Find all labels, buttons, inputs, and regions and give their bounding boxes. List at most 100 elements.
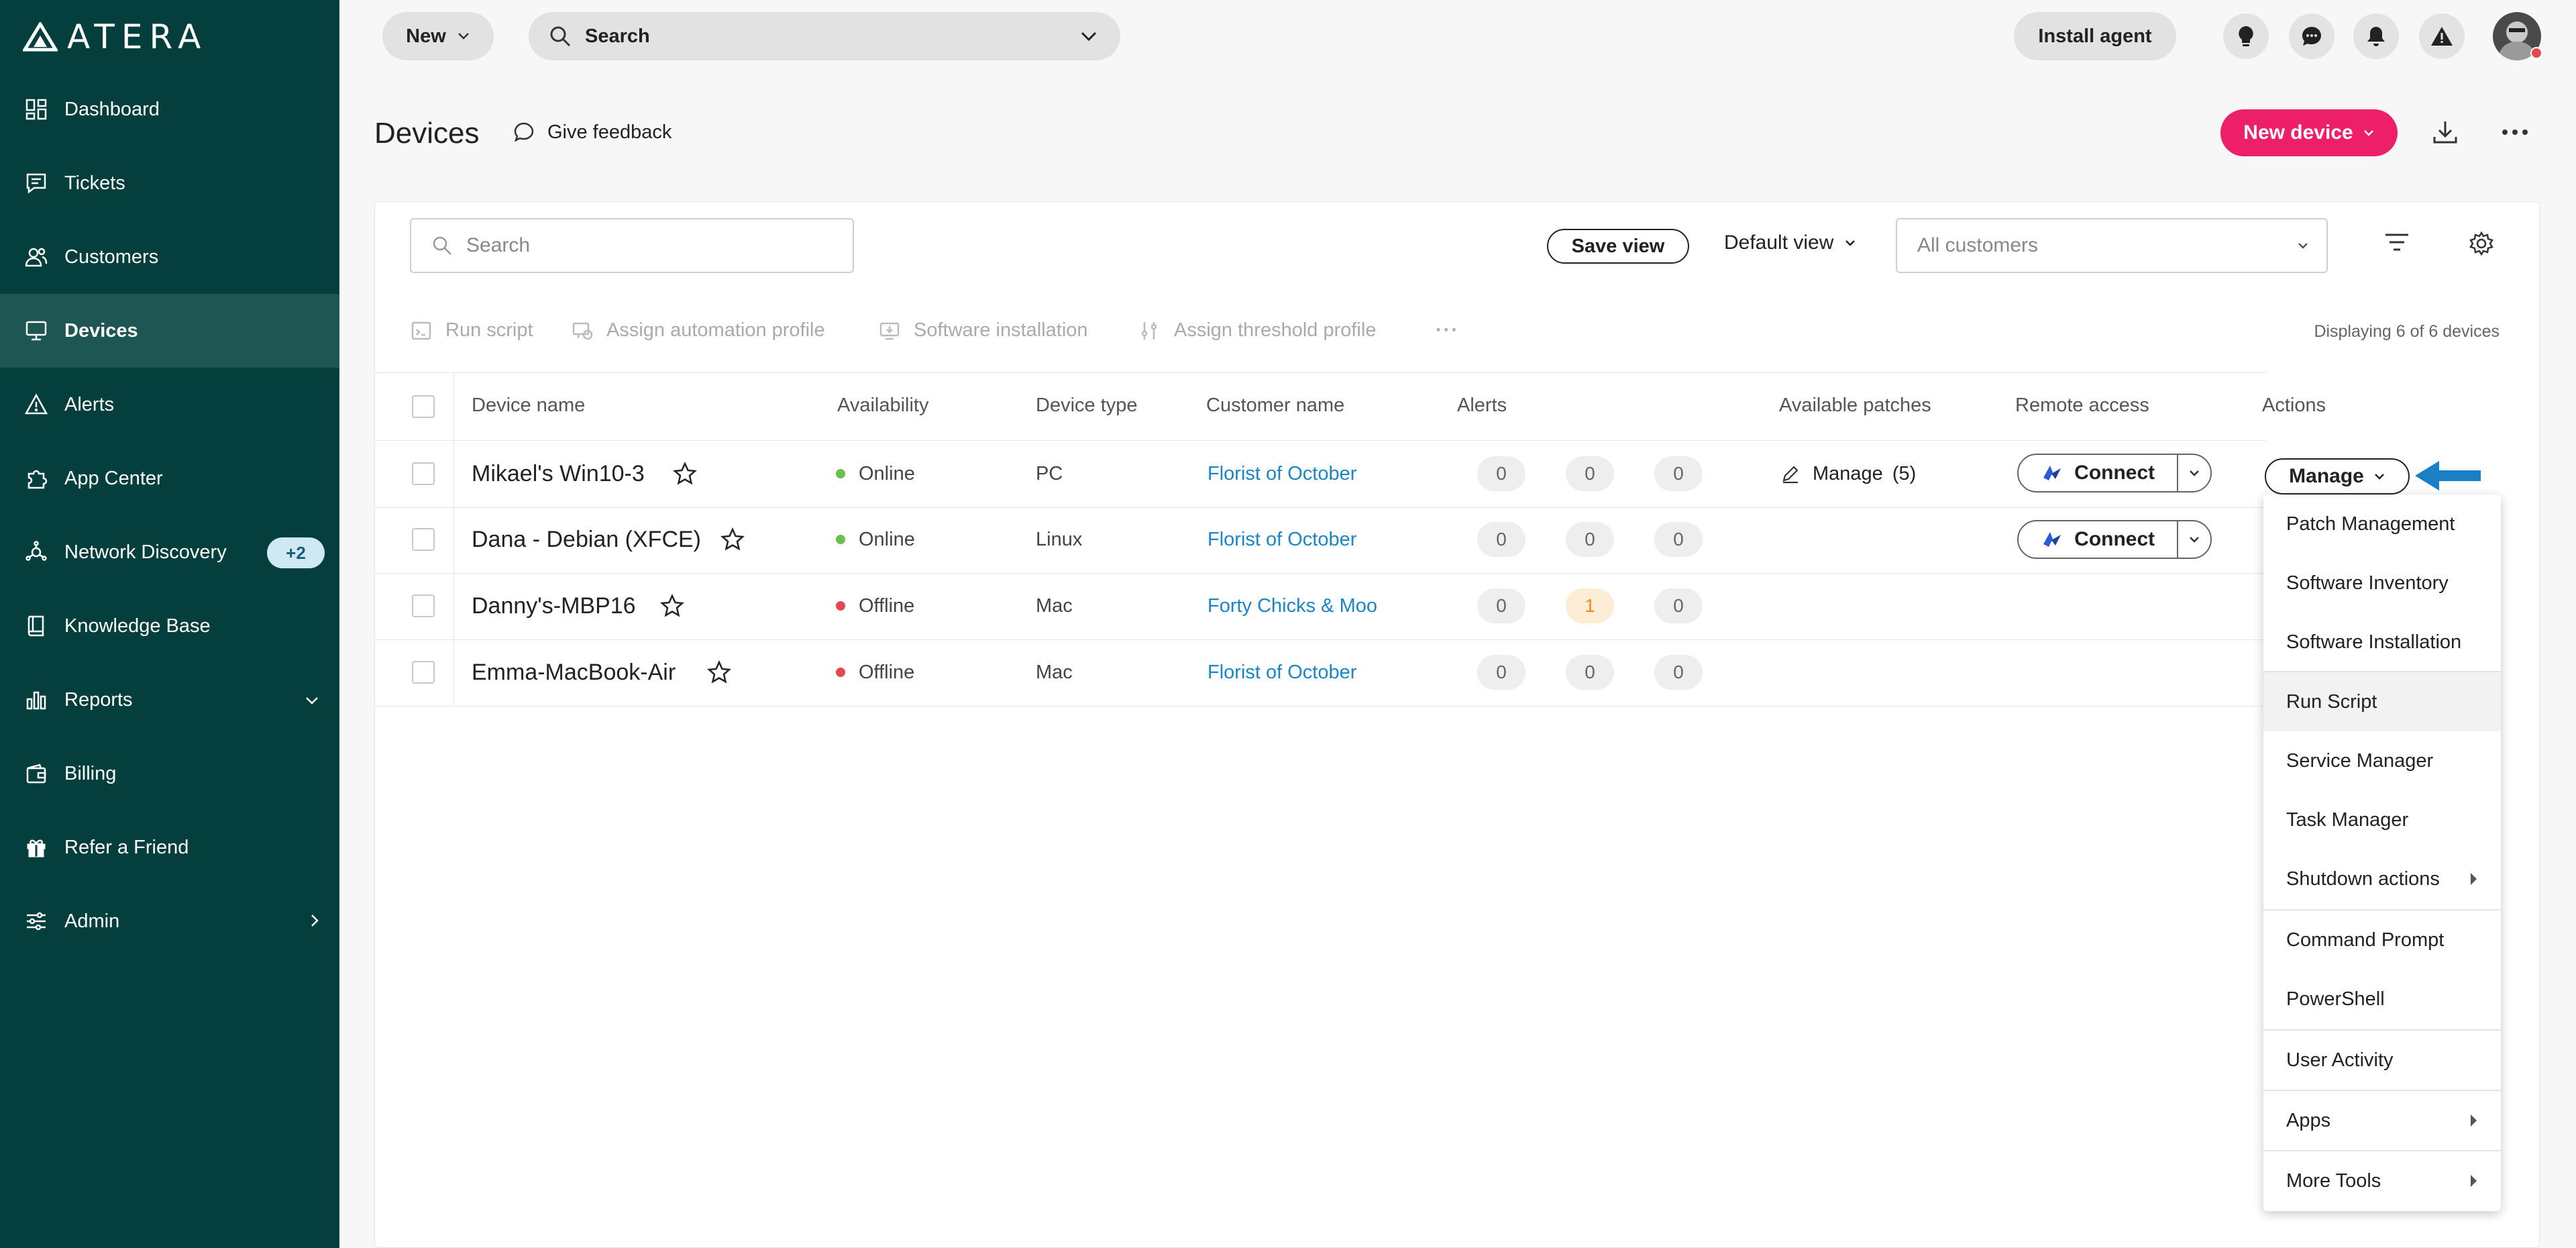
sidebar-item-alerts[interactable]: Alerts [0, 368, 339, 441]
alert-count-badge[interactable]: 0 [1477, 456, 1525, 491]
alert-count-badge[interactable]: 1 [1566, 588, 1614, 623]
connect-button[interactable]: Connect [2019, 455, 2179, 491]
menu-item-software-installation[interactable]: Software Installation [2263, 613, 2501, 672]
run-script-action[interactable]: Run script [411, 319, 533, 342]
column-header-alerts[interactable]: Alerts [1457, 395, 1507, 417]
give-feedback-link[interactable]: Give feedback [513, 121, 672, 144]
warning-icon[interactable] [2419, 13, 2465, 59]
sidebar-item-network-discovery[interactable]: Network Discovery +2 [0, 515, 339, 589]
row-checkbox[interactable] [412, 594, 435, 617]
device-name-link[interactable]: Mikael's Win10-3 [472, 460, 645, 487]
chevron-right-icon[interactable] [310, 911, 319, 933]
default-view-dropdown[interactable]: Default view [1724, 231, 1856, 254]
sidebar-item-reports[interactable]: Reports [0, 663, 339, 737]
customers-select[interactable]: All customers [1896, 218, 2328, 273]
lightbulb-icon[interactable] [2223, 13, 2269, 59]
star-icon[interactable] [660, 592, 684, 619]
select-all-checkbox[interactable] [412, 395, 435, 418]
puzzle-icon [24, 466, 48, 490]
connect-button[interactable]: Connect [2019, 521, 2179, 558]
new-device-button[interactable]: New device [2220, 109, 2398, 156]
more-options-icon[interactable] [2501, 127, 2529, 140]
install-agent-button[interactable]: Install agent [2014, 12, 2176, 60]
bell-icon[interactable] [2353, 13, 2399, 59]
alert-count-badge[interactable]: 0 [1654, 456, 1703, 491]
sidebar-item-dashboard[interactable]: Dashboard [0, 72, 339, 146]
automation-icon [572, 322, 593, 340]
give-feedback-label: Give feedback [547, 121, 672, 143]
sidebar-item-tickets[interactable]: Tickets [0, 146, 339, 220]
default-view-label: Default view [1724, 231, 1834, 254]
sidebar-item-knowledge-base[interactable]: Knowledge Base [0, 589, 339, 663]
column-header-customer-name[interactable]: Customer name [1206, 395, 1344, 417]
customer-link[interactable]: Forty Chicks & Moo [1208, 592, 1377, 619]
star-icon[interactable] [707, 659, 731, 686]
logo[interactable]: ATERA [23, 17, 207, 56]
star-icon[interactable] [673, 460, 697, 487]
sidebar-item-customers[interactable]: Customers [0, 220, 339, 294]
device-name-link[interactable]: Emma-MacBook-Air [472, 659, 676, 686]
new-button[interactable]: New [382, 12, 494, 60]
device-search-placeholder: Search [466, 234, 531, 256]
alert-count-badge[interactable]: 0 [1566, 655, 1614, 690]
menu-item-apps[interactable]: Apps [2263, 1091, 2501, 1150]
alert-count-badge[interactable]: 0 [1477, 655, 1525, 690]
row-checkbox[interactable] [412, 661, 435, 684]
chevron-down-icon[interactable] [305, 688, 319, 711]
row-checkbox[interactable] [412, 528, 435, 551]
connect-dropdown[interactable] [2178, 469, 2210, 477]
menu-item-run-script[interactable]: Run Script [2263, 672, 2501, 731]
manage-button[interactable]: Manage [2265, 458, 2410, 495]
menu-item-more-tools[interactable]: More Tools [2263, 1151, 2501, 1210]
row-checkbox[interactable] [412, 462, 435, 485]
filter-icon[interactable] [2384, 232, 2410, 256]
sidebar-item-app-center[interactable]: App Center [0, 441, 339, 515]
device-name-link[interactable]: Danny's-MBP16 [472, 592, 636, 619]
save-view-button[interactable]: Save view [1547, 229, 1689, 264]
sidebar-item-label: Tickets [64, 172, 125, 194]
menu-item-service-manager[interactable]: Service Manager [2263, 731, 2501, 790]
manage-patches-link[interactable]: Manage (5) [1780, 460, 1916, 487]
toolbar-more-button[interactable]: ··· [1436, 319, 1459, 342]
device-search-input[interactable]: Search [410, 218, 854, 273]
software-installation-action[interactable]: Software installation [879, 319, 1088, 342]
menu-item-shutdown-actions[interactable]: Shutdown actions [2263, 849, 2501, 908]
column-header-device-type[interactable]: Device type [1036, 395, 1138, 417]
alert-count-badge[interactable]: 0 [1654, 655, 1703, 690]
gear-icon[interactable] [2469, 231, 2494, 260]
availability-status: Offline [836, 592, 914, 619]
download-icon[interactable] [2431, 118, 2459, 150]
alert-count-badge[interactable]: 0 [1477, 522, 1525, 557]
sidebar-item-refer-a-friend[interactable]: Refer a Friend [0, 811, 339, 884]
global-search[interactable]: Search [529, 12, 1120, 60]
column-header-available-patches[interactable]: Available patches [1779, 395, 1931, 417]
sidebar-item-devices[interactable]: Devices [0, 294, 339, 368]
alert-count-badge[interactable]: 0 [1654, 522, 1703, 557]
menu-item-patch-management[interactable]: Patch Management [2263, 495, 2501, 554]
menu-item-user-activity[interactable]: User Activity [2263, 1031, 2501, 1090]
assign-automation-action[interactable]: Assign automation profile [572, 319, 825, 342]
connect-dropdown[interactable] [2178, 535, 2210, 543]
menu-item-task-manager[interactable]: Task Manager [2263, 790, 2501, 849]
customer-link[interactable]: Florist of October [1208, 526, 1356, 553]
menu-item-command-prompt[interactable]: Command Prompt [2263, 911, 2501, 970]
customer-link[interactable]: Florist of October [1208, 659, 1356, 686]
star-icon[interactable] [720, 526, 745, 553]
sidebar-item-billing[interactable]: Billing [0, 737, 339, 811]
menu-item-powershell[interactable]: PowerShell [2263, 970, 2501, 1029]
alert-count-badge[interactable]: 0 [1654, 588, 1703, 623]
sidebar-item-admin[interactable]: Admin [0, 884, 339, 958]
assign-threshold-action[interactable]: Assign threshold profile [1139, 319, 1376, 342]
chat-bubble-icon [514, 122, 534, 142]
alert-count-badge[interactable]: 0 [1477, 588, 1525, 623]
device-name-link[interactable]: Dana - Debian (XFCE) [472, 526, 701, 553]
alert-count-badge[interactable]: 0 [1566, 522, 1614, 557]
caret-right-icon [2471, 1175, 2477, 1187]
column-header-remote-access[interactable]: Remote access [2015, 395, 2149, 417]
chat-icon[interactable] [2289, 13, 2334, 59]
column-header-availability[interactable]: Availability [837, 395, 928, 417]
menu-item-software-inventory[interactable]: Software Inventory [2263, 554, 2501, 613]
alert-count-badge[interactable]: 0 [1566, 456, 1614, 491]
customer-link[interactable]: Florist of October [1208, 460, 1356, 487]
column-header-device-name[interactable]: Device name [472, 395, 585, 417]
